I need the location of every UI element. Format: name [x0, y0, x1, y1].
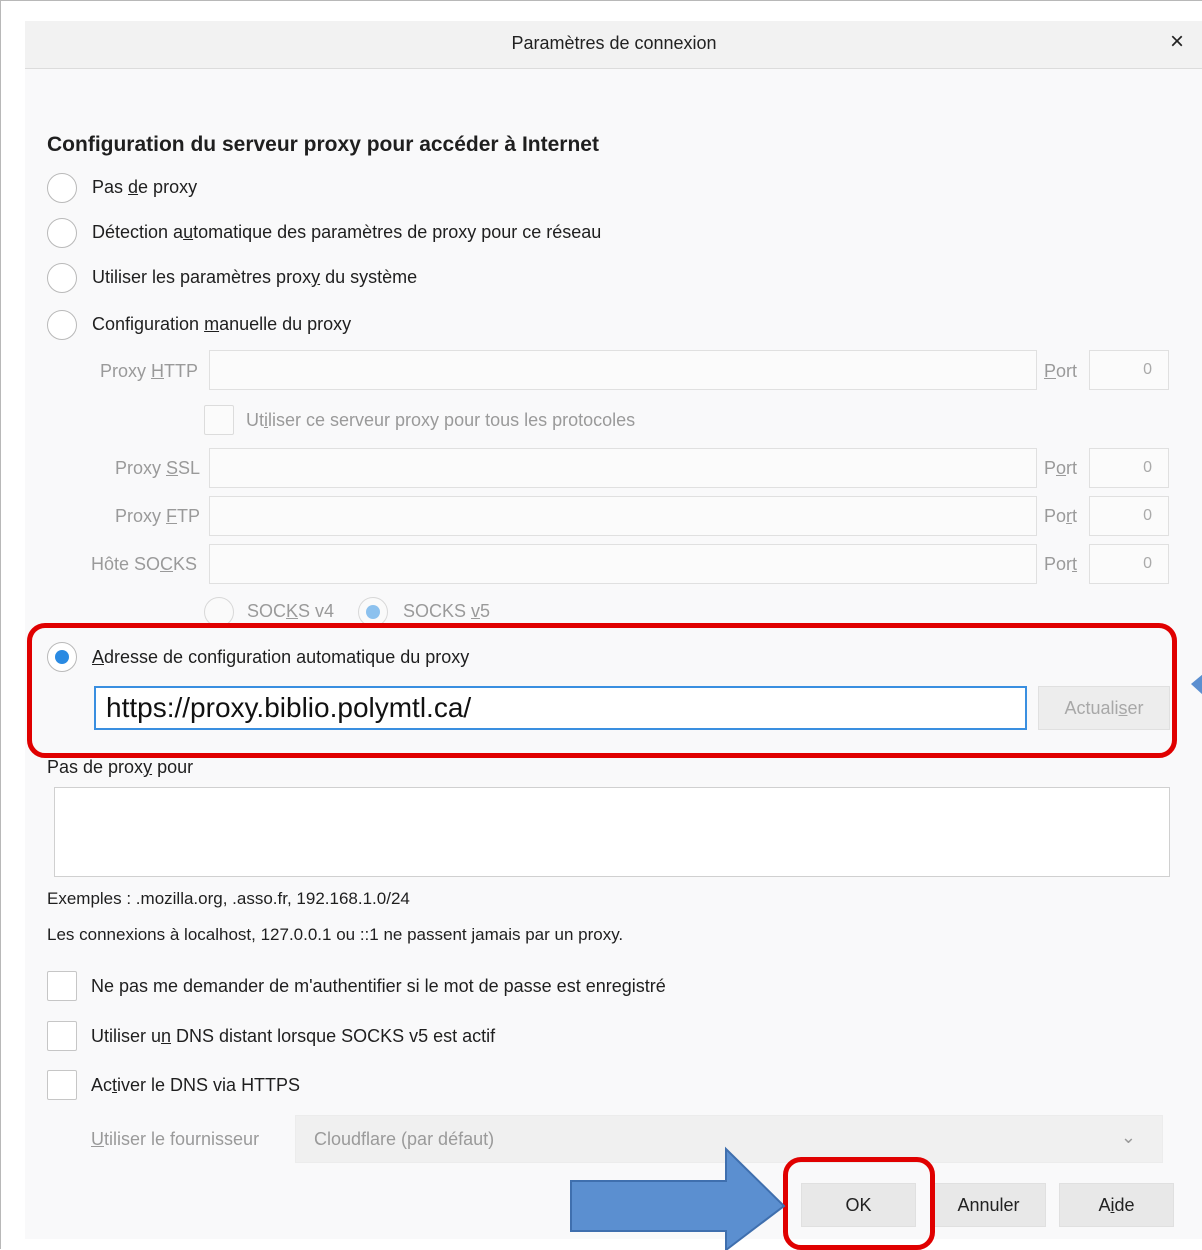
- annotation-arrows: [570, 674, 1202, 1250]
- arrow-to-auto-config-icon: [1191, 674, 1202, 695]
- arrow-to-ok-icon: [570, 1146, 786, 1250]
- dialog-window: Paramètres de connexion × Configuration …: [0, 0, 1202, 1250]
